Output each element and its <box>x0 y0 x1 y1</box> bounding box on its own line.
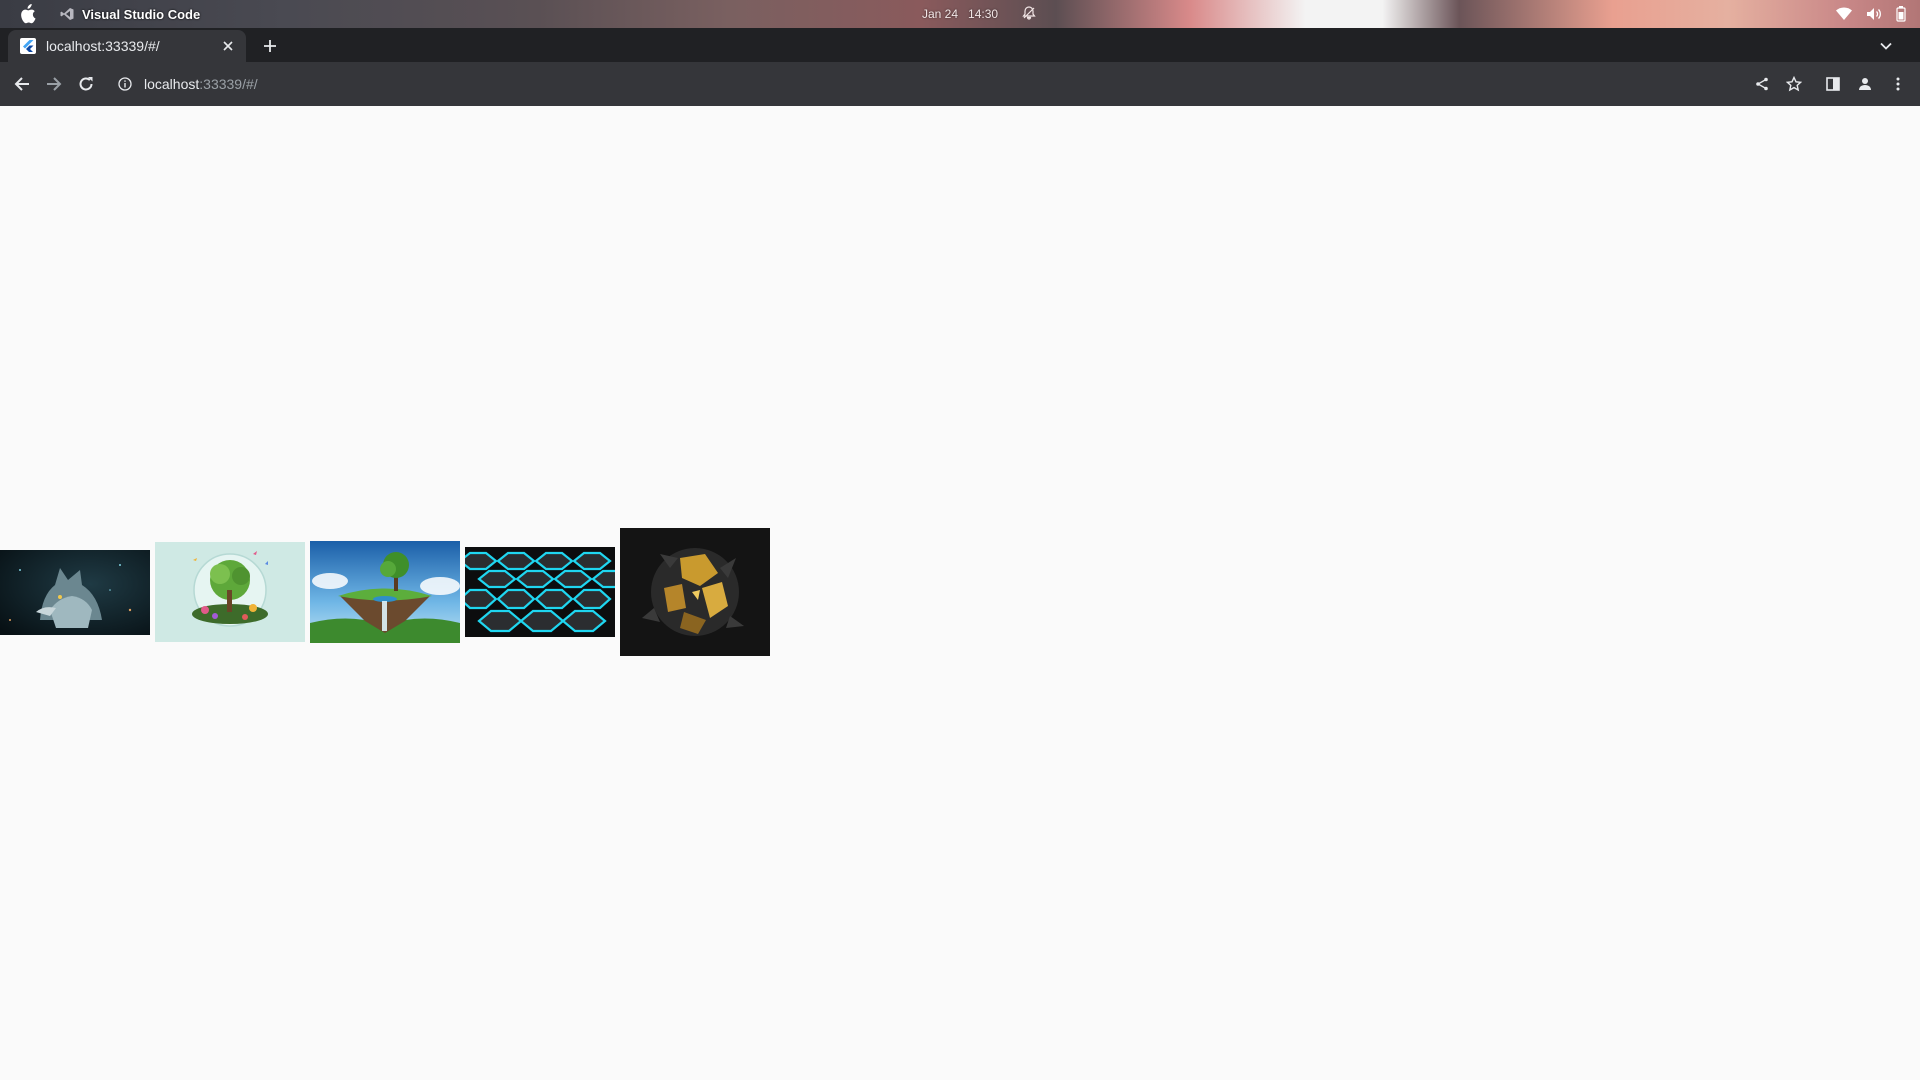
share-button[interactable] <box>1750 72 1774 96</box>
gallery-image-wolf[interactable] <box>0 550 150 635</box>
url-path: :33339/#/ <box>199 76 258 92</box>
url-host: localhost <box>144 76 200 92</box>
bookmark-button[interactable] <box>1782 72 1806 96</box>
site-info-icon[interactable] <box>116 75 134 93</box>
time-label: 14:30 <box>968 7 999 21</box>
apple-menu-icon[interactable] <box>16 3 38 25</box>
plus-icon <box>264 40 276 52</box>
os-top-bar: Visual Studio Code Jan 24 14:30 <box>0 0 1920 28</box>
clock[interactable]: Jan 24 14:30 <box>922 0 1036 28</box>
gallery-image-terrarium-globe[interactable] <box>155 542 305 642</box>
back-button[interactable] <box>10 72 34 96</box>
tab-close-icon[interactable] <box>218 36 238 56</box>
battery-icon[interactable] <box>1896 6 1906 22</box>
gallery-image-golden-sphere[interactable] <box>620 528 770 656</box>
reload-icon <box>79 77 93 91</box>
menu-button[interactable] <box>1886 72 1910 96</box>
page-content <box>0 106 1920 1080</box>
app-name-label: Visual Studio Code <box>82 6 201 22</box>
side-panel-icon <box>1826 77 1840 91</box>
gallery-image-hexagon-pattern[interactable] <box>465 547 615 637</box>
date-label: Jan 24 <box>922 7 959 21</box>
share-icon <box>1756 77 1768 91</box>
kebab-menu-icon <box>1896 77 1900 91</box>
star-icon <box>1786 76 1802 92</box>
browser-tab-strip: localhost:33339/#/ <box>0 28 1920 62</box>
bell-icon <box>1022 5 1036 23</box>
tab-active[interactable]: localhost:33339/#/ <box>8 30 246 62</box>
flutter-favicon-icon <box>20 38 36 54</box>
forward-button[interactable] <box>42 72 66 96</box>
volume-icon[interactable] <box>1866 7 1882 21</box>
new-tab-button[interactable] <box>258 34 282 58</box>
active-app-menu[interactable]: Visual Studio Code <box>60 7 200 22</box>
chevron-down-icon <box>1880 42 1892 50</box>
arrow-left-icon <box>14 77 29 91</box>
wifi-icon[interactable] <box>1836 7 1852 21</box>
address-bar[interactable]: localhost:33339/#/ <box>108 68 1748 100</box>
tab-search-button[interactable] <box>1874 34 1898 58</box>
vscode-icon <box>60 8 74 20</box>
gallery-image-floating-island[interactable] <box>310 541 460 643</box>
tab-title: localhost:33339/#/ <box>46 38 160 54</box>
profile-button[interactable] <box>1853 72 1877 96</box>
arrow-right-icon <box>47 77 62 91</box>
reload-button[interactable] <box>74 72 98 96</box>
side-panel-button[interactable] <box>1821 72 1845 96</box>
browser-toolbar: localhost:33339/#/ <box>0 62 1920 107</box>
person-icon <box>1859 78 1871 90</box>
